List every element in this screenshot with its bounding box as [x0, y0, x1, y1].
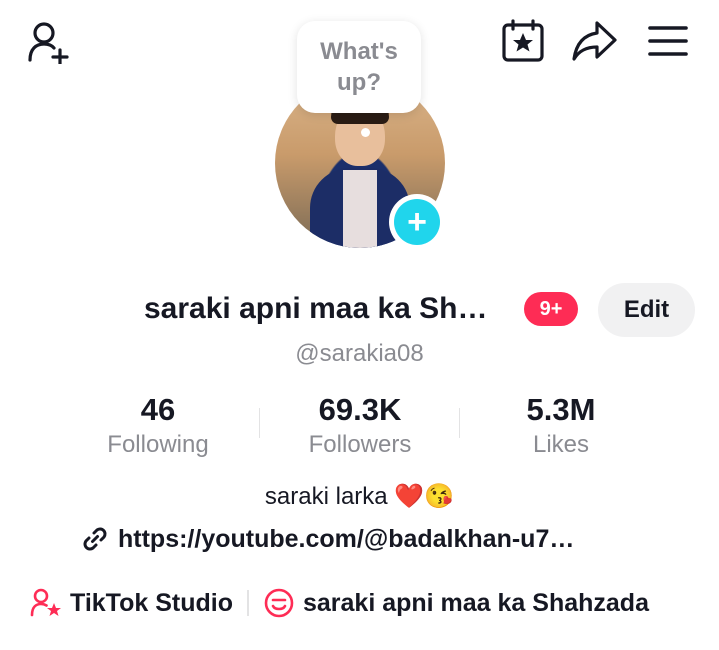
- person-plus-icon: [28, 22, 69, 64]
- stat-label: Likes: [532, 431, 590, 458]
- profile-link[interactable]: https://youtube.com/@badalkhan-u7…: [80, 524, 574, 554]
- stat-likes[interactable]: 5.3M Likes: [461, 392, 661, 462]
- tiktok-studio-button[interactable]: TikTok Studio: [30, 588, 233, 618]
- shortcut-divider: [246, 590, 249, 616]
- stat-value: 5.3M: [526, 392, 596, 427]
- profile-link-text: https://youtube.com/@badalkhan-u7…: [118, 524, 575, 553]
- stat-label: Followers: [308, 431, 412, 458]
- add-friend-button[interactable]: [24, 18, 76, 66]
- notification-badge[interactable]: 9+: [524, 292, 578, 326]
- share-button[interactable]: [568, 16, 620, 66]
- profile-shortcuts: TikTok Studio saraki apni maa ka Shahzad…: [30, 587, 649, 619]
- whats-up-bubble[interactable]: What's up?: [297, 21, 421, 113]
- link-icon: [83, 527, 107, 551]
- playlist-button[interactable]: saraki apni maa ka Shahzada: [263, 587, 649, 619]
- add-avatar-button[interactable]: +: [389, 194, 445, 250]
- display-name: saraki apni maa ka Sh…: [144, 292, 488, 325]
- playlist-icon: [264, 588, 294, 618]
- tiktok-studio-label: TikTok Studio: [70, 588, 233, 617]
- stat-label: Following: [107, 431, 209, 458]
- bubble-tail-dot: [361, 128, 370, 137]
- whats-up-text: What's up?: [320, 38, 398, 96]
- playlist-label: saraki apni maa ka Shahzada: [302, 588, 649, 617]
- edit-profile-button[interactable]: Edit: [598, 283, 695, 337]
- calendar-button[interactable]: [498, 16, 548, 66]
- calendar-star-icon: [502, 19, 544, 62]
- stat-following[interactable]: 46 Following: [58, 392, 258, 462]
- plus-icon: +: [394, 199, 440, 245]
- share-arrow-icon: [572, 21, 617, 61]
- stat-followers[interactable]: 69.3K Followers: [260, 392, 460, 462]
- person-star-icon: [30, 588, 61, 617]
- bio-text: saraki larka ❤️😘: [264, 483, 455, 510]
- stat-value: 46: [140, 392, 176, 427]
- stat-value: 69.3K: [318, 392, 402, 427]
- menu-button[interactable]: [644, 20, 692, 62]
- hamburger-menu-icon: [648, 26, 688, 56]
- username-handle: @sarakia08: [295, 340, 424, 367]
- stat-divider: [459, 408, 460, 438]
